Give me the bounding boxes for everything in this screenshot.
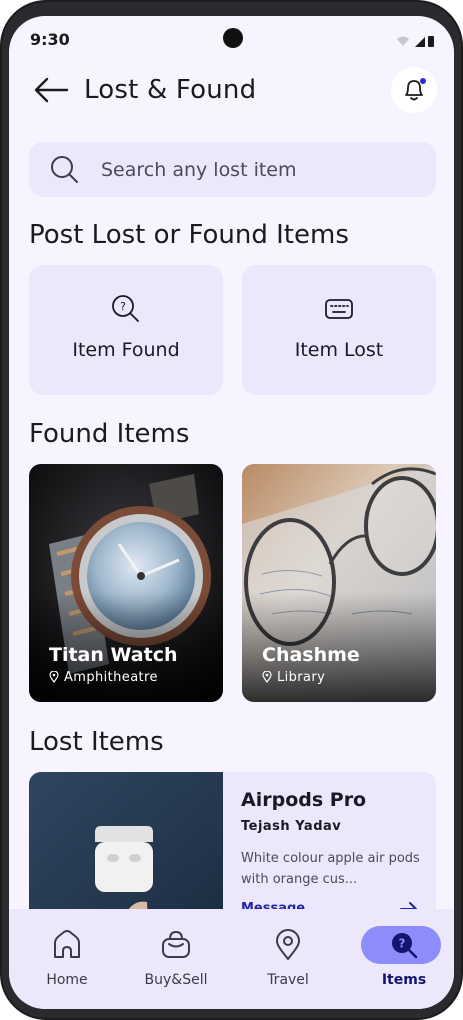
lost-item-description: White colour apple air pods with orange … <box>241 851 420 887</box>
front-camera <box>223 28 243 48</box>
found-item-location: Amphitheatre <box>49 670 158 685</box>
notification-badge <box>420 78 426 84</box>
found-item-location-text: Amphitheatre <box>64 670 158 685</box>
nav-label-travel: Travel <box>267 972 309 988</box>
nav-item-items[interactable]: ? Items <box>354 909 454 1009</box>
status-bar: 9:30 <box>9 16 454 62</box>
found-item-card[interactable]: Titan Watch Amphitheatre <box>29 464 223 702</box>
search-icon <box>51 156 78 183</box>
signal-icon <box>397 36 434 47</box>
found-item-location: Library <box>262 670 325 685</box>
location-pin-icon <box>49 670 59 684</box>
notifications-button[interactable] <box>391 67 437 113</box>
post-section-title: Post Lost or Found Items <box>29 220 349 250</box>
back-button[interactable] <box>31 74 71 106</box>
lost-section-title: Lost Items <box>29 727 164 757</box>
shopping-bag-icon <box>162 930 190 958</box>
lost-item-name: Airpods Pro <box>241 789 367 811</box>
status-icons <box>395 33 437 52</box>
found-item-name: Titan Watch <box>49 644 178 666</box>
found-section-title: Found Items <box>29 419 190 449</box>
question-search-icon: ? <box>392 933 418 959</box>
item-found-button[interactable]: ? Item Found <box>29 265 223 395</box>
nav-label-buysell: Buy&Sell <box>144 972 208 988</box>
found-item-location-text: Library <box>277 670 326 685</box>
nav-item-buysell[interactable]: Buy&Sell <box>126 909 226 1009</box>
page-title: Lost & Found <box>84 75 257 105</box>
bell-icon <box>405 80 423 101</box>
svg-text:?: ? <box>120 300 126 313</box>
nav-label-home: Home <box>46 972 88 988</box>
home-icon <box>54 930 80 958</box>
location-pin-icon <box>262 670 272 684</box>
nav-label-items: Items <box>381 972 427 988</box>
item-lost-label: Item Lost <box>294 339 384 361</box>
keyboard-icon <box>325 299 353 319</box>
bottom-navigation: Home Buy&Sell Travel ? Items <box>9 909 454 1009</box>
question-search-icon: ? <box>112 295 139 322</box>
app-screen: 9:30 Lost & Found Search any lost item P… <box>9 16 454 1009</box>
status-time: 9:30 <box>30 30 70 49</box>
search-bar[interactable] <box>29 142 436 197</box>
svg-text:?: ? <box>399 937 406 951</box>
nav-item-travel[interactable]: Travel <box>238 909 338 1009</box>
location-pin-icon <box>276 929 300 960</box>
item-lost-button[interactable]: Item Lost <box>242 265 436 395</box>
app-header: Lost & Found <box>9 62 454 122</box>
found-item-name: Chashme <box>262 644 360 666</box>
phone-frame: 9:30 Lost & Found Search any lost item P… <box>0 0 463 1020</box>
arrow-left-icon <box>34 77 69 103</box>
item-found-label: Item Found <box>72 339 180 361</box>
lost-item-owner: Tejash Yadav <box>241 819 342 834</box>
search-input[interactable] <box>101 142 421 197</box>
found-item-card[interactable]: Chashme Library <box>242 464 436 702</box>
nav-item-home[interactable]: Home <box>17 909 117 1009</box>
